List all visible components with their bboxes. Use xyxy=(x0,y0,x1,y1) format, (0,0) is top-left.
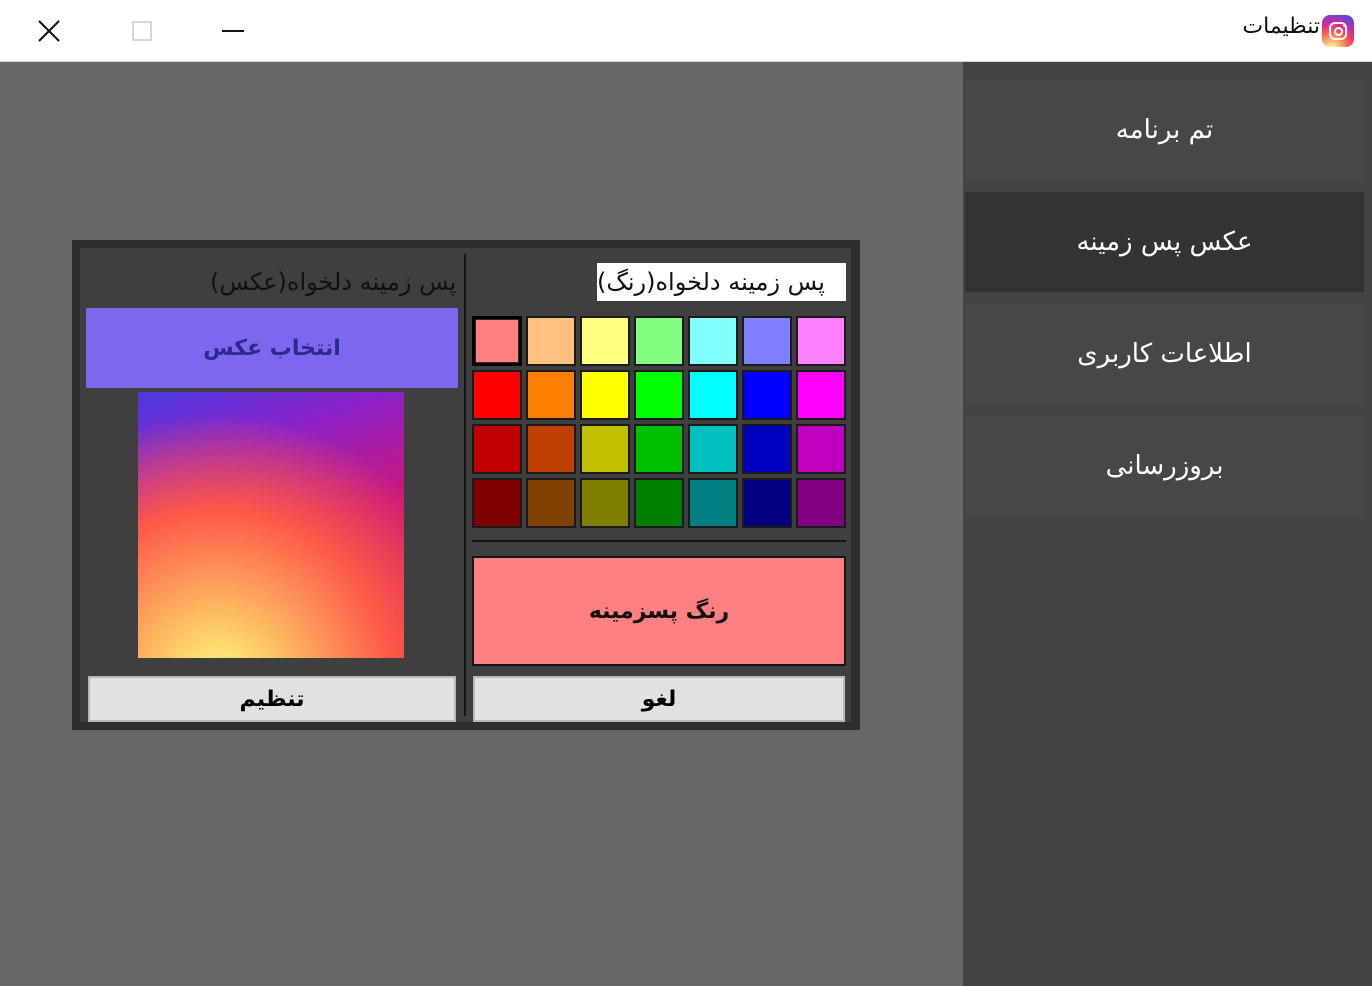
color-swatch[interactable] xyxy=(580,478,630,528)
color-swatch[interactable] xyxy=(688,424,738,474)
color-swatch[interactable] xyxy=(580,370,630,420)
window-title: تنظیمات xyxy=(1242,14,1320,39)
sidebar-item-background-image[interactable]: عکس پس زمینه xyxy=(965,192,1364,292)
color-swatch[interactable] xyxy=(580,316,630,366)
color-swatch[interactable] xyxy=(526,478,576,528)
cancel-button[interactable]: لغو xyxy=(473,676,845,722)
color-swatch[interactable] xyxy=(688,478,738,528)
color-swatch[interactable] xyxy=(688,316,738,366)
apply-button[interactable]: تنظیم xyxy=(88,676,456,722)
color-swatch[interactable] xyxy=(472,316,522,366)
instagram-icon xyxy=(1322,15,1354,47)
color-swatch[interactable] xyxy=(526,370,576,420)
maximize-button[interactable] xyxy=(97,0,187,62)
color-swatch[interactable] xyxy=(526,424,576,474)
color-swatch[interactable] xyxy=(634,478,684,528)
color-swatch[interactable] xyxy=(796,370,846,420)
color-swatch[interactable] xyxy=(526,316,576,366)
color-swatch[interactable] xyxy=(742,316,792,366)
color-swatch[interactable] xyxy=(796,424,846,474)
color-swatch[interactable] xyxy=(742,424,792,474)
color-swatch[interactable] xyxy=(688,370,738,420)
sidebar-item-update[interactable]: بروزرسانی xyxy=(965,416,1364,516)
panel-body: پس زمینه دلخواه(عکس) انتخاب عکس تنظیم پس… xyxy=(80,248,851,722)
maximize-icon xyxy=(132,21,152,41)
sidebar-item-user-info[interactable]: اطلاعات کاربری xyxy=(965,304,1364,404)
color-swatch[interactable] xyxy=(796,316,846,366)
title-bar: تنظیمات xyxy=(0,0,1372,62)
color-swatch[interactable] xyxy=(634,424,684,474)
sidebar-item-app-theme[interactable]: تم برنامه xyxy=(965,80,1364,180)
background-color-preview: رنگ پسزمینه xyxy=(472,556,846,666)
color-swatch[interactable] xyxy=(796,478,846,528)
color-swatch[interactable] xyxy=(742,478,792,528)
minimize-button[interactable] xyxy=(188,0,278,62)
color-swatch[interactable] xyxy=(634,316,684,366)
close-button[interactable] xyxy=(4,0,94,62)
settings-window: تنظیمات تم برنامه عکس پس زمینه اطلاعات ک… xyxy=(0,0,1372,986)
color-swatch[interactable] xyxy=(634,370,684,420)
palette-divider xyxy=(472,540,846,542)
image-section-title: پس زمینه دلخواه(عکس) xyxy=(210,268,457,296)
bottom-strip xyxy=(0,970,963,986)
color-swatch[interactable] xyxy=(472,370,522,420)
close-icon xyxy=(38,20,60,42)
color-swatch[interactable] xyxy=(742,370,792,420)
background-settings-panel: پس زمینه دلخواه(عکس) انتخاب عکس تنظیم پس… xyxy=(72,240,860,730)
background-image-preview xyxy=(138,392,404,658)
section-divider xyxy=(464,254,466,716)
color-swatch[interactable] xyxy=(472,478,522,528)
color-swatch[interactable] xyxy=(472,424,522,474)
select-image-button[interactable]: انتخاب عکس xyxy=(86,308,458,388)
color-palette xyxy=(472,316,846,530)
sidebar: تم برنامه عکس پس زمینه اطلاعات کاربری بر… xyxy=(963,62,1372,986)
color-section-title: پس زمینه دلخواه(رنگ) xyxy=(597,263,846,301)
color-swatch[interactable] xyxy=(580,424,630,474)
minimize-icon xyxy=(222,30,244,32)
